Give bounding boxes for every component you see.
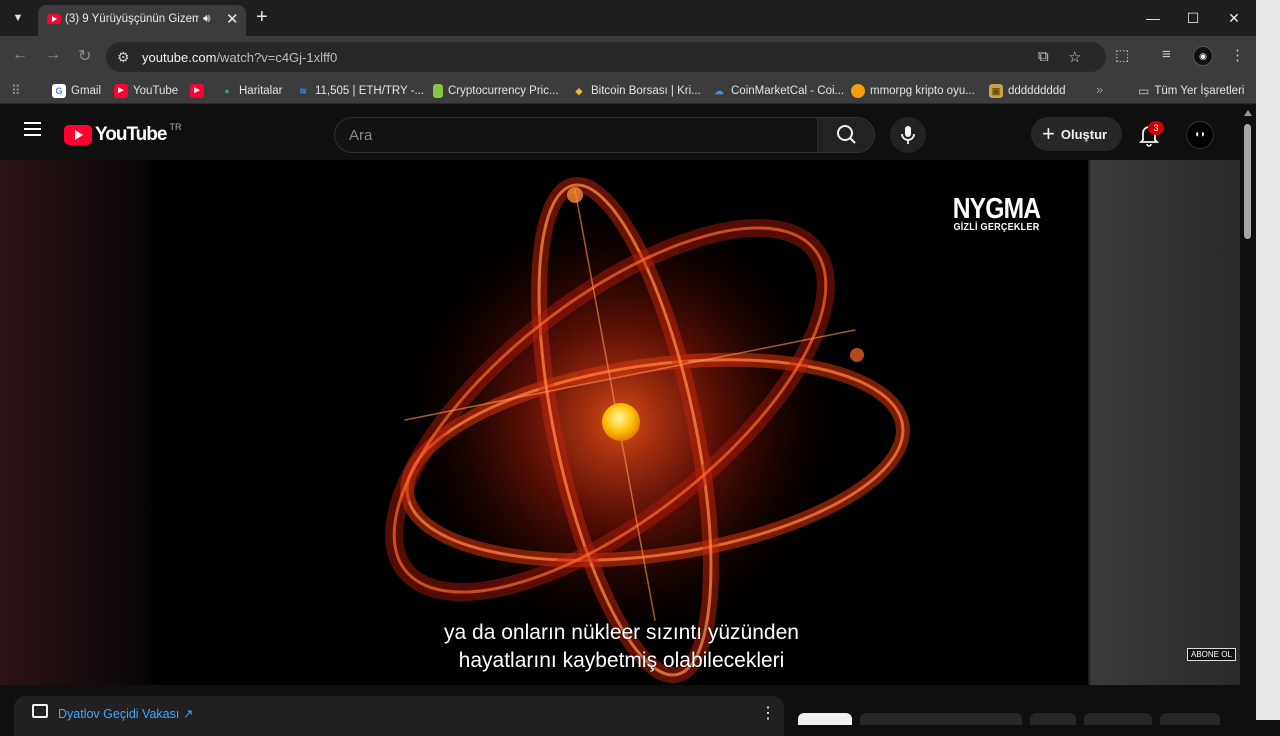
video-player[interactable]: NYGMA GİZLİ GERÇEKLER	[155, 160, 1088, 685]
search-button[interactable]	[817, 117, 875, 153]
filter-chip[interactable]	[1030, 713, 1076, 725]
country-code: TR	[169, 122, 182, 132]
all-bookmarks-folder[interactable]: ▭ Tüm Yer İşaretleri	[1138, 82, 1244, 100]
chart-icon: ▮	[433, 84, 443, 98]
subtitle-line: hayatlarını kaybetmiş olabilecekleri	[458, 649, 785, 672]
bookmark-coinmarketcal[interactable]: ☁ CoinMarketCal - Coi...	[712, 82, 845, 100]
cloud-icon: ☁	[714, 86, 724, 96]
youtube-play-logo-icon	[64, 125, 92, 145]
playlist-panel[interactable]: Dyatlov Geçidi Vakası ↗ ⋮	[14, 696, 784, 736]
channel-watermark: NYGMA GİZLİ GERÇEKLER	[945, 193, 1048, 233]
browser-toolbar: ← → ↻ ⚙ youtube.com/watch?v=c4Gj-1xlff0 …	[0, 36, 1280, 77]
extensions-puzzle-icon[interactable]: ⬚	[1115, 46, 1129, 64]
playlist-title-link[interactable]: Dyatlov Geçidi Vakası ↗	[58, 706, 193, 721]
search-icon	[837, 125, 856, 144]
coin-icon: ●	[851, 84, 865, 98]
video-subtitles: ya da onların nükleer sızıntı yüzünden h…	[155, 619, 1088, 675]
bookmark-mmorpg[interactable]: ● mmorpg kripto oyu...	[851, 82, 975, 100]
google-icon: G	[52, 84, 66, 98]
maximize-window-icon[interactable]: ☐	[1170, 6, 1216, 30]
apps-grid-icon[interactable]: ⠿	[11, 83, 21, 99]
browser-menu-dots-icon[interactable]: ⋮	[1230, 46, 1245, 64]
youtube-masthead: YouTube TR + Oluştur 3 ◖◗	[0, 104, 1256, 160]
youtube-icon: ▶	[114, 84, 128, 98]
youtube-icon: ▶	[190, 84, 204, 98]
atom-video-frame	[385, 177, 910, 683]
subtitle-line: ya da onların nükleer sızıntı yüzünden	[444, 621, 799, 644]
close-window-icon[interactable]: ✕	[1211, 6, 1257, 30]
bookmark-maps[interactable]: ● Haritalar	[220, 82, 282, 100]
filter-chip[interactable]	[798, 713, 852, 725]
filter-chip[interactable]	[1160, 713, 1220, 725]
folder-icon: ▭	[1138, 84, 1150, 98]
game-icon: ▣	[989, 84, 1003, 98]
speaker-icon[interactable]: 🔊︎	[203, 11, 211, 26]
browser-tab-strip: ▼ (3) 9 Yürüyüşçünün Gizem D 🔊︎ ✕ + — ☐ …	[0, 0, 1280, 36]
back-arrow-icon[interactable]: ←	[12, 46, 28, 64]
subscribe-overlay-tag[interactable]: ABONE OL	[1187, 648, 1236, 661]
search-box	[334, 117, 818, 153]
below-player-area: Dyatlov Geçidi Vakası ↗ ⋮	[0, 685, 1240, 736]
browser-tab-active[interactable]: (3) 9 Yürüyüşçünün Gizem D 🔊︎ ✕	[38, 5, 246, 36]
youtube-logo[interactable]: YouTube TR	[64, 122, 182, 146]
address-bar[interactable]: ⚙ youtube.com/watch?v=c4Gj-1xlff0 ⧉ ☆	[106, 42, 1106, 72]
create-button[interactable]: + Oluştur	[1031, 117, 1122, 151]
filter-chip[interactable]	[860, 713, 1022, 725]
bookmark-eth-try[interactable]: ≋ 11,505 | ETH/TRY -...	[296, 82, 424, 100]
tab-search-chevron-icon[interactable]: ▼	[8, 8, 28, 28]
guide-menu-icon[interactable]	[24, 122, 41, 136]
youtube-favicon-icon	[47, 14, 61, 24]
search-input[interactable]	[335, 118, 817, 152]
site-info-icon[interactable]: ⚙	[117, 49, 130, 66]
more-options-icon[interactable]: ⋮	[760, 703, 776, 723]
exchange-icon: ≋	[299, 86, 307, 96]
microphone-icon	[901, 126, 915, 144]
channel-watermark-sub: GİZLİ GERÇEKLER	[953, 222, 1040, 233]
new-tab-plus-icon[interactable]: +	[256, 6, 268, 28]
bookmark-youtube[interactable]: ▶ YouTube	[114, 82, 178, 100]
notification-count-badge: 3	[1148, 121, 1164, 135]
map-pin-icon: ●	[224, 86, 230, 96]
tab-title: (3) 9 Yürüyüşçünün Gizem D	[65, 13, 199, 25]
scrollbar-thumb[interactable]	[1244, 124, 1251, 239]
media-controls-icon[interactable]: ≡	[1162, 46, 1171, 63]
create-button-label: Oluştur	[1060, 126, 1108, 142]
account-avatar[interactable]: ◖◗	[1186, 121, 1214, 149]
plus-icon: +	[1042, 121, 1055, 146]
voice-search-button[interactable]	[890, 117, 926, 153]
scroll-up-arrow-icon[interactable]	[1244, 110, 1252, 116]
page-scrollbar[interactable]	[1240, 104, 1256, 720]
bookmark-youtube-2[interactable]: ▶	[190, 82, 204, 100]
window-edge	[1256, 0, 1280, 720]
youtube-logo-text: YouTube	[95, 124, 167, 145]
address-url[interactable]: youtube.com/watch?v=c4Gj-1xlff0	[142, 50, 337, 65]
bookmark-bitcoin-borsasi[interactable]: ◆ Bitcoin Borsası | Kri...	[572, 82, 701, 100]
more-bookmarks-chevron-icon[interactable]: »	[1096, 82, 1103, 97]
bookmark-ddddddddd[interactable]: ▣ ddddddddd	[989, 82, 1066, 100]
bookmarks-bar: ⠿ G Gmail ▶ YouTube ▶ ● Haritalar ≋ 11,505 |…	[0, 77, 1280, 104]
filter-chip[interactable]	[1084, 713, 1152, 725]
install-app-icon[interactable]: ⧉	[1038, 48, 1049, 65]
bookmark-star-icon[interactable]: ☆	[1068, 48, 1081, 66]
forward-arrow-icon[interactable]: →	[45, 46, 61, 64]
bookmark-gmail[interactable]: G Gmail	[52, 82, 101, 100]
browser-profile-avatar[interactable]: ◉	[1193, 46, 1213, 66]
reload-icon[interactable]: ↻	[78, 46, 91, 66]
bookmark-cryptocurrency-prices[interactable]: ▮ Cryptocurrency Pric...	[433, 82, 559, 100]
playlist-icon	[32, 704, 48, 718]
binance-icon: ◆	[575, 86, 583, 96]
tab-close-icon[interactable]: ✕	[226, 10, 239, 28]
